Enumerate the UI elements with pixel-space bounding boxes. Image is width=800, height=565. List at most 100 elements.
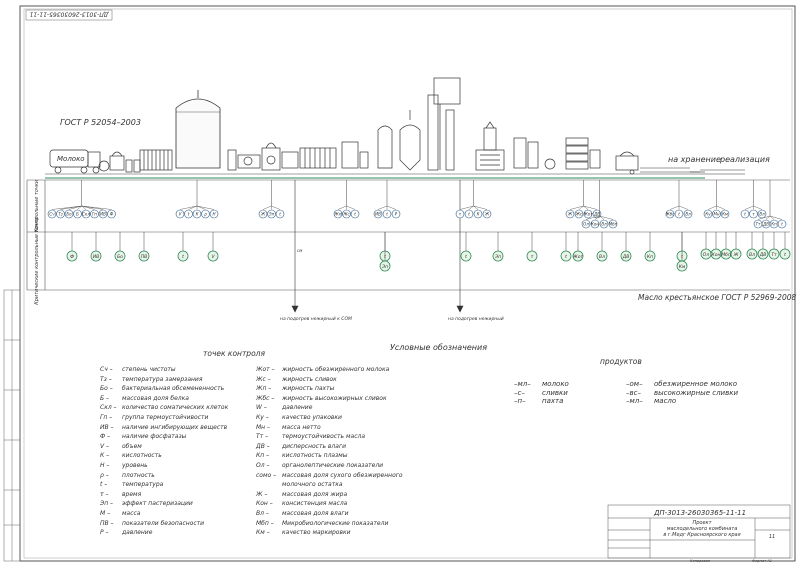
legend-text: Микробиологические показатели bbox=[282, 519, 389, 527]
legend-row: τ – время bbox=[100, 491, 141, 498]
legend-row: V – объем bbox=[100, 443, 142, 450]
critical-point-code: τ bbox=[531, 255, 534, 260]
control-point-code: Ж bbox=[567, 212, 573, 217]
critical-point-code: Кон bbox=[712, 252, 721, 258]
legend-code: Б – bbox=[100, 394, 110, 402]
critical-point-code: Ол bbox=[703, 252, 710, 258]
control-point-code: Ф bbox=[110, 212, 114, 217]
legend-row: Ж – массовая доля жира bbox=[256, 491, 347, 498]
control-point-code: ДВ bbox=[593, 212, 600, 217]
legend-text: температура bbox=[122, 481, 164, 489]
product-code: –п– bbox=[514, 397, 526, 405]
legend-text: время bbox=[122, 490, 142, 498]
arrow-left-text: на подогрев нежирный к СОМ bbox=[280, 316, 352, 322]
control-point-code: Жп bbox=[334, 212, 342, 217]
legend-code: Ол – bbox=[256, 462, 270, 469]
control-points: Сч Тз Бо Б Скл Гп ИВ Ф Vt Кρ Н Ж Эп t Жп Жс t ИВ t Рτ t К Ж Ж Жс… bbox=[47, 180, 787, 229]
legend-row: К – кислотность bbox=[100, 452, 162, 459]
filters-1 bbox=[125, 159, 141, 173]
legend-code: М – bbox=[100, 510, 111, 517]
legend-code: ДВ – bbox=[256, 442, 270, 450]
legend-row: Кп – кислотность плазмы bbox=[256, 452, 348, 459]
control-point-code: ИВ bbox=[375, 212, 381, 217]
legend-code: Н – bbox=[100, 462, 110, 469]
legend-row: ДВ – дисперсность влаги bbox=[256, 443, 346, 450]
legend-text: массовая доля сухого обезжиренного bbox=[282, 471, 403, 479]
legend-row: Н – уровень bbox=[100, 462, 148, 469]
legend-text: давление bbox=[282, 404, 313, 412]
control-branch bbox=[337, 205, 347, 210]
product-code: –с– bbox=[514, 388, 525, 397]
legend-row: Жп – жирность пахты bbox=[256, 385, 334, 392]
product-code: –ом– bbox=[626, 380, 643, 388]
legend-text: молочного остатка bbox=[282, 481, 343, 489]
arrow-cm-label: см bbox=[297, 248, 302, 253]
legend-title: Условные обозначения bbox=[390, 343, 487, 352]
critical-point-code: Вл bbox=[599, 254, 605, 260]
control-point-code: Кон bbox=[591, 222, 599, 227]
legend-code: W – bbox=[256, 404, 267, 412]
legend-row: ПВ – показатели безопасности bbox=[100, 520, 204, 527]
legend-row: Мн – масса нетто bbox=[256, 424, 321, 431]
control-branch bbox=[271, 205, 281, 210]
control-branch bbox=[179, 205, 198, 210]
control-point-code: Вл bbox=[759, 212, 765, 217]
control-point-code: Ку bbox=[705, 212, 711, 217]
legend-row: t – температура bbox=[100, 481, 163, 488]
control-branch bbox=[678, 205, 689, 210]
legend-code: t – bbox=[100, 481, 108, 489]
critical-point-code: t bbox=[182, 254, 184, 260]
control-point-code: ИВ bbox=[100, 212, 106, 217]
control-point-code: Б bbox=[76, 212, 79, 217]
cooler bbox=[139, 149, 173, 171]
legend-row: Тт – термоустойчивость масла bbox=[256, 433, 365, 440]
legend-code: Сч – bbox=[100, 366, 113, 373]
legend-text: давление bbox=[122, 529, 153, 537]
critical-point-code: ПВ bbox=[141, 254, 147, 260]
legend-text: наличие фосфатазы bbox=[122, 433, 187, 441]
product-code: –мл– bbox=[514, 380, 531, 388]
legend-code: ИВ – bbox=[100, 423, 114, 431]
legend-code: Жбс – bbox=[256, 394, 275, 402]
product-legend-row: –мл– масло bbox=[626, 397, 676, 405]
legend-text: бактериальная обсемененность bbox=[122, 385, 225, 393]
control-point-code: Вл bbox=[685, 212, 691, 217]
top-stamp-text: ДП-3013-26030365-11-11 bbox=[30, 11, 110, 18]
legend-row: Кон – консистенция масла bbox=[256, 500, 347, 507]
row-label-column bbox=[26, 179, 790, 291]
critical-point-code: t bbox=[465, 254, 467, 260]
critical-point-code: t bbox=[784, 252, 786, 258]
legend-code: Жп – bbox=[256, 385, 272, 393]
control-branch bbox=[377, 205, 388, 210]
control-point-code: Жот bbox=[582, 212, 593, 217]
legend-row: Жот – жирность обезжиренного молока bbox=[256, 366, 389, 373]
title-sheet-count: 11 bbox=[769, 534, 775, 540]
product-name: пахта bbox=[542, 397, 564, 405]
legend-text: массовая доля жира bbox=[282, 490, 348, 498]
legend-text: объем bbox=[122, 442, 142, 450]
control-branch bbox=[262, 205, 272, 210]
legend-row: W – давление bbox=[256, 404, 312, 411]
control-branch bbox=[188, 205, 198, 210]
control-point-code: Н bbox=[212, 212, 215, 217]
product-legend-row: –с– сливки bbox=[514, 389, 568, 397]
standard-butter: Масло крестьянское ГОСТ Р 52969-2008 bbox=[638, 293, 797, 302]
legend-text: наличие ингибирующих веществ bbox=[122, 423, 228, 431]
legend-text: масса нетто bbox=[282, 423, 321, 431]
control-point-code: Бо bbox=[66, 212, 72, 217]
legend-text: дисперсность влаги bbox=[282, 442, 346, 450]
control-point-code: Скл bbox=[82, 212, 90, 217]
legend-row: молочного остатка bbox=[256, 481, 343, 488]
legend-text: кислотность bbox=[122, 452, 162, 460]
legend-code: Тт – bbox=[256, 433, 269, 441]
control-point-code: Км bbox=[722, 212, 728, 217]
control-branch bbox=[669, 205, 680, 210]
legend-row: ρ – плотность bbox=[100, 472, 155, 479]
title-format: Формат А1 bbox=[752, 559, 772, 563]
control-branch bbox=[744, 205, 754, 210]
legend-row: Ку – качество упаковки bbox=[256, 414, 342, 421]
product-name: высокожирные сливки bbox=[654, 388, 739, 397]
legend-row: Ол – органолептические показатели bbox=[256, 462, 383, 469]
legend-text: эффект пастеризации bbox=[122, 500, 193, 508]
legend-code: Эп – bbox=[100, 500, 114, 508]
